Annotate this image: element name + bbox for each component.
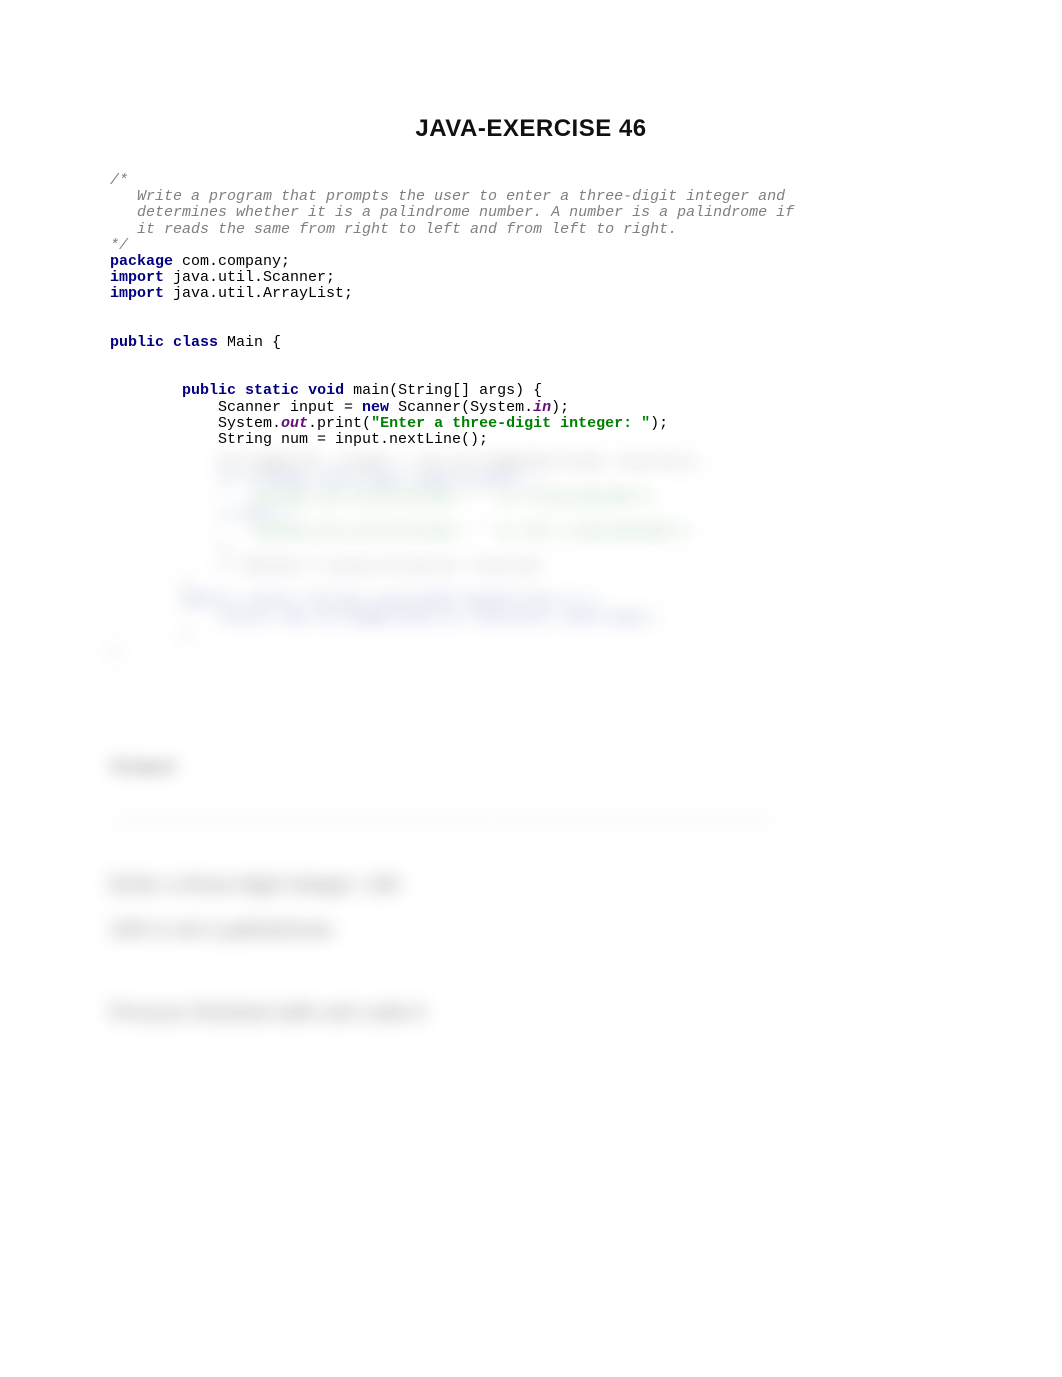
- blurred-line: System.out.println(num + " is a palindro…: [110, 489, 659, 506]
- code-text: Scanner(System.: [389, 399, 533, 416]
- code-text: Scanner input =: [110, 399, 362, 416]
- keyword-import: import: [110, 269, 164, 286]
- blurred-code-region: StringBuffer revNum = new StringBuffer(n…: [0, 454, 1062, 661]
- output-heading: Output: [110, 756, 1002, 779]
- keyword-void: void: [308, 382, 344, 399]
- field-in: in: [533, 399, 551, 416]
- code-text: java.util.Scanner;: [164, 269, 335, 286]
- code-text: main(String[] args) {: [344, 382, 542, 399]
- blurred-line: }: [110, 644, 119, 661]
- keyword-static: static: [245, 382, 299, 399]
- field-out: out: [281, 415, 308, 432]
- keyword-import: import: [110, 285, 164, 302]
- output-line: Process finished with exit code 0: [110, 1002, 1002, 1025]
- comment-line: Write a program that prompts the user to…: [110, 188, 785, 205]
- code-text: Main {: [218, 334, 281, 351]
- blurred-line: }: [110, 575, 191, 592]
- comment-line: determines whether it is a palindrome nu…: [110, 204, 794, 221]
- keyword-package: package: [110, 253, 173, 270]
- code-text: .print(: [308, 415, 371, 432]
- blurred-line: if (revNum.toString().equals(num)) {: [110, 471, 542, 488]
- blurred-line: }: [110, 540, 227, 557]
- keyword-public: public: [110, 334, 164, 351]
- code-text: );: [551, 399, 569, 416]
- code-text: com.company;: [173, 253, 290, 270]
- blurred-line: public static String reverseString(Strin…: [110, 592, 596, 609]
- comment-line: */: [110, 237, 128, 254]
- comment-line: /*: [110, 172, 128, 189]
- blurred-line: StringBuffer revNum = new StringBuffer(n…: [110, 454, 704, 471]
- keyword-new: new: [362, 399, 389, 416]
- blurred-line: }: [110, 627, 191, 644]
- string-literal: "Enter a three-digit integer: ": [371, 415, 650, 432]
- comment-line: it reads the same from right to left and…: [110, 221, 677, 238]
- blurred-line: System.out.println(num + " is not a pali…: [110, 523, 695, 540]
- code-text: java.util.ArrayList;: [164, 285, 353, 302]
- code-text: System.: [110, 415, 281, 432]
- blurred-line: return new StringBuilder(s).reverse().to…: [110, 609, 659, 626]
- code-text: String num = input.nextLine();: [110, 431, 488, 448]
- output-section: Output ---------------------------------…: [0, 756, 1062, 1025]
- code-block: /* Write a program that prompts the user…: [0, 173, 1062, 448]
- keyword-class: class: [173, 334, 218, 351]
- blurred-line: } else {: [110, 506, 290, 523]
- page-title: JAVA-EXERCISE 46: [0, 0, 1062, 173]
- code-text: );: [650, 415, 668, 432]
- output-line: Enter a three-digit integer: 145: [110, 874, 1002, 897]
- blurred-line: // Method 2 using ArrayList reversal: [110, 558, 542, 575]
- keyword-public: public: [182, 382, 236, 399]
- output-divider: ----------------------------------------…: [110, 813, 1002, 830]
- document-page: JAVA-EXERCISE 46 /* Write a program that…: [0, 0, 1062, 1377]
- output-line: 145 is not a palindrome: [110, 919, 1002, 942]
